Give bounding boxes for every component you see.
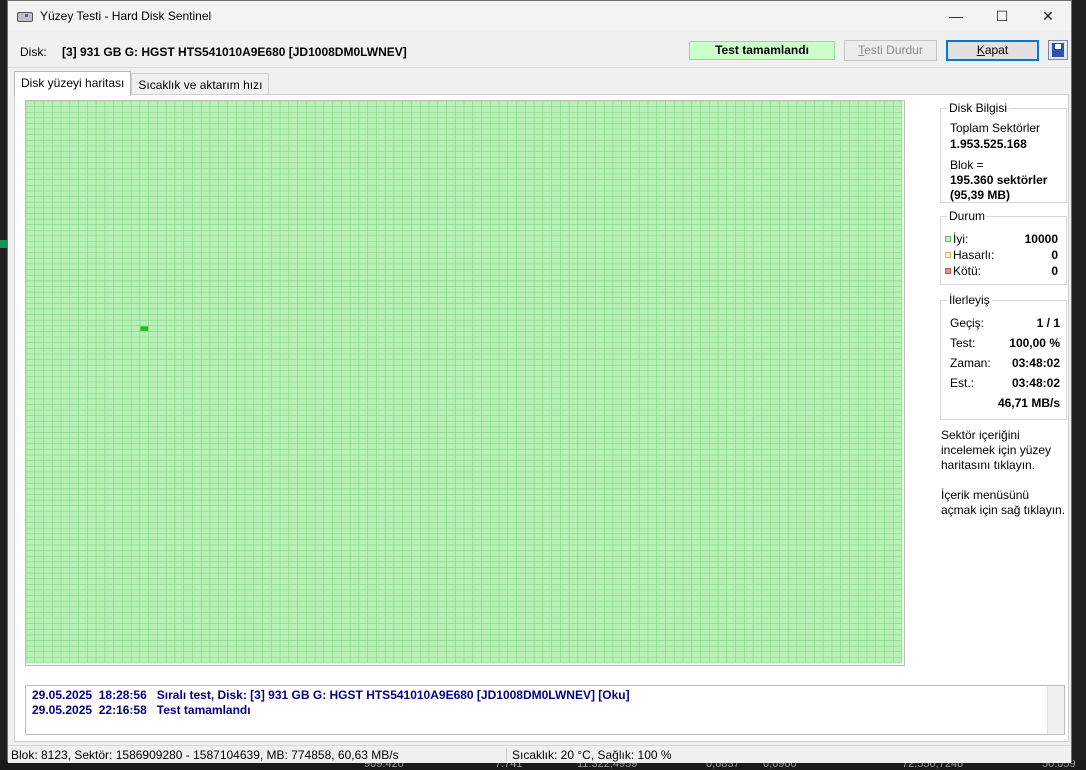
block-sectors: 195.360 sektörler <box>950 173 1048 187</box>
title-bar[interactable]: Yüzey Testi - Hard Disk Sentinel — ☐ ✕ <box>8 1 1071 31</box>
floppy-disk-icon[interactable] <box>1048 40 1068 60</box>
hint-line: açmak için sağ tıklayın. <box>941 503 1066 517</box>
pass-value: 1 / 1 <box>1036 316 1060 330</box>
test-status-badge: Test tamamlandı <box>689 41 835 60</box>
block-label: Blok = <box>950 158 984 172</box>
elapsed-time-label: Zaman: <box>950 356 991 370</box>
close-window-button[interactable]: ✕ <box>1025 1 1071 31</box>
progress-title: İlerleyiş <box>947 293 992 307</box>
log-entry: 29.05.2025 18:28:56 Sıralı test, Disk: [… <box>32 688 630 702</box>
current-block-marker[interactable] <box>140 326 149 331</box>
log-time: 18:28:56 <box>98 688 147 702</box>
log-date: 29.05.2025 <box>32 703 93 717</box>
tab-temperature-transfer[interactable]: Sıcaklık ve aktarım hızı <box>131 73 270 96</box>
minimize-button[interactable]: — <box>933 1 979 31</box>
block-status-text: Blok: 8123, Sektör: 1586909280 - 1587104… <box>11 748 399 762</box>
elapsed-time-value: 03:48:02 <box>1011 356 1060 370</box>
status-title: Durum <box>947 209 988 223</box>
damaged-legend-swatch <box>945 252 951 258</box>
hint-line: haritasını tıklayın. <box>941 458 1036 472</box>
test-log[interactable]: 29.05.2025 18:28:56 Sıralı test, Disk: [… <box>25 685 1065 735</box>
close-button-accesskey: K <box>976 43 985 57</box>
log-date: 29.05.2025 <box>32 688 93 702</box>
test-label: Test: <box>950 336 976 350</box>
transfer-speed: 46,71 MB/s <box>997 396 1060 410</box>
surface-test-window: Yüzey Testi - Hard Disk Sentinel — ☐ ✕ D… <box>7 0 1072 763</box>
surface-map-canvas[interactable] <box>26 101 904 665</box>
disk-label: Disk: <box>20 45 47 59</box>
close-button-label: apat <box>984 43 1009 57</box>
log-time: 22:16:58 <box>98 703 147 717</box>
block-size: (95,39 MB) <box>950 188 1011 202</box>
disk-name: [3] 931 GB G: HGST HTS541010A9E680 [JD10… <box>62 45 407 59</box>
window-controls: — ☐ ✕ <box>933 1 1071 31</box>
disk-info-title: Disk Bilgisi <box>947 101 1010 115</box>
bad-legend-swatch <box>945 268 951 274</box>
surface-panel: Disk Bilgisi Toplam Sektörler 1.953.525.… <box>14 94 1069 742</box>
log-scrollbar[interactable] <box>1047 686 1064 734</box>
pass-label: Geçiş: <box>950 316 985 330</box>
log-entry: 29.05.2025 22:16:58 Test tamamlandı <box>32 703 251 717</box>
hint-line: İçerik menüsünü <box>941 488 1030 502</box>
good-count: 10000 <box>1024 232 1058 246</box>
surface-map-grid <box>26 101 903 664</box>
stop-button-label: esti Durdur <box>864 43 923 57</box>
disk-surface-map[interactable] <box>25 100 905 666</box>
maximize-button[interactable]: ☐ <box>979 1 1025 31</box>
log-message: Sıralı test, Disk: [3] 931 GB G: HGST HT… <box>156 688 630 702</box>
status-group: Durum İyi: 10000 Hasarlı: 0 Kötü: 0 <box>940 209 1067 285</box>
status-separator <box>506 748 507 762</box>
bad-label: Kötü: <box>953 264 982 278</box>
progress-group: İlerleyiş Geçiş: 1 / 1 Test: 100,00 % Za… <box>940 293 1067 420</box>
disk-header: Disk: [3] 931 GB G: HGST HTS541010A9E680… <box>8 37 1071 65</box>
header-divider <box>8 67 1071 68</box>
window-title: Yüzey Testi - Hard Disk Sentinel <box>40 9 212 23</box>
good-legend-swatch <box>945 236 951 242</box>
estimated-time-value: 03:48:02 <box>1011 376 1060 390</box>
damaged-label: Hasarlı: <box>953 248 995 262</box>
estimated-time-label: Est.: <box>950 376 975 390</box>
hard-disk-icon <box>16 8 33 24</box>
hint-line: incelemek için yüzey <box>941 443 1052 457</box>
background-right-strip <box>1070 0 1086 770</box>
disk-info-group: Disk Bilgisi Toplam Sektörler 1.953.525.… <box>940 101 1067 203</box>
health-status-text: Sıcaklık: 20 °C, Sağlık: 100 % <box>512 748 672 762</box>
tab-strip: Disk yüzeyi haritası Sıcaklık ve aktarım… <box>14 71 270 96</box>
test-value: 100,00 % <box>1009 336 1060 350</box>
hint-line: Sektör içeriğini <box>941 428 1020 442</box>
damaged-count: 0 <box>1051 248 1058 262</box>
total-sectors-label: Toplam Sektörler <box>950 121 1041 135</box>
close-button[interactable]: Kapat <box>946 40 1039 61</box>
status-bar: Blok: 8123, Sektör: 1586909280 - 1587104… <box>8 745 1071 763</box>
bad-count: 0 <box>1051 264 1058 278</box>
tab-surface-map[interactable]: Disk yüzeyi haritası <box>14 71 132 96</box>
good-label: İyi: <box>953 232 969 246</box>
log-message: Test tamamlandı <box>156 703 251 717</box>
stop-test-button[interactable]: Testi Durdur <box>844 40 937 61</box>
total-sectors-value: 1.953.525.168 <box>950 137 1027 151</box>
